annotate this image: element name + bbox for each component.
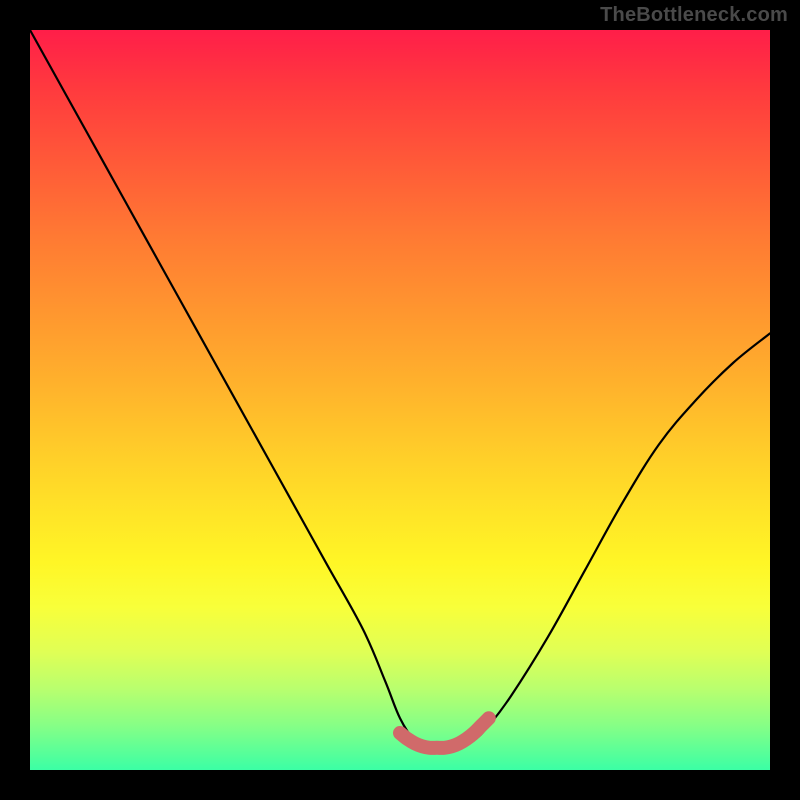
flat-zone-marker [400, 718, 489, 748]
chart-frame: TheBottleneck.com [0, 0, 800, 800]
bottleneck-curve [30, 30, 770, 748]
plot-svg [30, 30, 770, 770]
plot-area [30, 30, 770, 770]
watermark-text: TheBottleneck.com [600, 4, 788, 27]
